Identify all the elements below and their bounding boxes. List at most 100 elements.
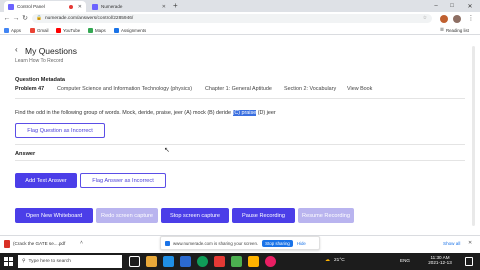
redo-capture-button: Redo screen capture [96, 208, 158, 223]
file-explorer-icon[interactable] [146, 256, 157, 267]
lock-icon: 🔒 [36, 16, 42, 21]
app-icon[interactable] [248, 256, 259, 267]
resume-recording-button: Resume Recording [298, 208, 354, 223]
bookmark-label: Assignments [121, 27, 147, 33]
apps-grid-icon [4, 27, 9, 33]
new-tab-button[interactable]: + [173, 1, 178, 10]
divider [15, 144, 465, 145]
minimize-icon[interactable]: – [428, 0, 444, 12]
navigation-bar: ← → ↻ 🔒 numerade.com/answers/control/228… [0, 12, 480, 25]
app-icon[interactable] [231, 256, 242, 267]
question-text: Find the odd in the following group of w… [15, 110, 276, 116]
page-title: My Questions [25, 46, 77, 56]
chrome-icon[interactable] [197, 256, 208, 267]
divider [15, 160, 465, 161]
add-text-answer-button[interactable]: Add Text Answer [15, 173, 77, 188]
tab-title: Numerade [101, 4, 123, 9]
meta-section: Section 2: Vocabulary [284, 86, 337, 92]
reading-list[interactable]: ☰ Reading list [440, 26, 469, 34]
extension-icon[interactable] [440, 15, 448, 23]
maximize-icon[interactable]: □ [444, 0, 460, 12]
bookmark-label: Maps [95, 27, 106, 33]
search-icon: ⚲ [22, 259, 26, 264]
scrollbar[interactable] [472, 46, 475, 226]
close-window-icon[interactable]: ✕ [462, 0, 478, 12]
hide-button[interactable]: Hide [297, 241, 306, 246]
address-bar[interactable]: 🔒 numerade.com/answers/control/2285946/ … [32, 14, 432, 23]
learn-how-link[interactable]: Learn How To Record [15, 58, 63, 64]
screen-share-banner: www.numerade.com is sharing your screen.… [160, 236, 320, 250]
bookmark-youtube[interactable]: YouTube [56, 26, 80, 34]
windows-start-icon[interactable] [4, 257, 13, 266]
show-all-link[interactable]: Show all [443, 241, 460, 246]
tab-control-panel[interactable]: Control Panel ✕ [4, 1, 86, 12]
temperature: 21°C [334, 258, 345, 263]
bookmark-maps[interactable]: Maps [88, 26, 106, 34]
assignments-icon [114, 27, 119, 33]
divider [15, 98, 465, 99]
youtube-icon [56, 27, 61, 33]
reading-list-label: Reading list [445, 27, 469, 33]
metadata-title: Question Metadata [15, 77, 66, 83]
edge-icon[interactable] [163, 256, 174, 267]
back-icon[interactable]: ← [3, 15, 11, 23]
answer-label: Answer [15, 151, 36, 157]
search-placeholder: Type here to search [28, 259, 71, 264]
question-prefix: Find the odd in the following group of w… [15, 110, 232, 116]
language-indicator[interactable]: ENG [400, 258, 410, 263]
open-whiteboard-button[interactable]: Open New Whiteboard [15, 208, 93, 223]
chevron-up-icon[interactable]: ˄ [80, 240, 83, 246]
maps-icon [88, 27, 93, 33]
bookmarks-bar: Apps Gmail YouTube Maps Assignments ☰ Re… [0, 25, 480, 35]
numerade-favicon-icon [8, 3, 14, 10]
numerade-favicon-icon [92, 3, 98, 10]
question-suffix: (D) jeer [257, 110, 276, 116]
clock[interactable]: 11:30 AM 2021-12-13 [420, 255, 460, 265]
share-icon [165, 240, 170, 246]
page-content: ‹ My Questions Learn How To Record Quest… [0, 36, 480, 234]
weather-icon: ☁ [325, 257, 330, 263]
app-icon[interactable] [214, 256, 225, 267]
avatar[interactable] [453, 15, 461, 23]
notification-icon[interactable] [465, 257, 473, 266]
tab-title: Control Panel [17, 4, 45, 9]
bookmark-apps[interactable]: Apps [4, 26, 21, 34]
meta-chapter: Chapter 1: General Aptitude [205, 86, 272, 92]
bookmark-label: YouTube [63, 27, 81, 33]
stop-sharing-button[interactable]: Stop sharing [262, 239, 293, 247]
flag-answer-button[interactable]: Flag Answer as Incorrect [80, 173, 166, 188]
task-view-icon[interactable] [129, 256, 140, 267]
bookmark-assignments[interactable]: Assignments [114, 26, 146, 34]
pause-recording-button[interactable]: Pause Recording [232, 208, 295, 223]
close-tab-icon[interactable]: ✕ [162, 4, 166, 10]
forward-icon[interactable]: → [12, 15, 20, 23]
view-book-link[interactable]: View Book [347, 86, 372, 92]
question-highlight: (C) praise [232, 110, 257, 116]
download-file-name[interactable]: (Crack the GATE se....pdf [13, 241, 65, 246]
back-arrow-icon[interactable]: ‹ [15, 45, 18, 54]
bookmark-gmail[interactable]: Gmail [30, 26, 48, 34]
menu-icon[interactable]: ⋮ [467, 15, 475, 23]
tab-numerade[interactable]: Numerade ✕ [88, 1, 170, 12]
taskbar-search-input[interactable]: ⚲ Type here to search [18, 255, 122, 268]
gmail-icon [30, 27, 35, 33]
reload-icon[interactable]: ↻ [21, 15, 29, 23]
share-text: www.numerade.com is sharing your screen. [173, 240, 259, 246]
close-tab-icon[interactable]: ✕ [78, 4, 82, 10]
stop-capture-button[interactable]: Stop screen capture [161, 208, 229, 223]
app-icon[interactable] [265, 256, 276, 267]
bookmark-label: Gmail [37, 27, 49, 33]
taskbar: ⚲ Type here to search ☁ 21°C ENG 11:30 A… [0, 253, 480, 270]
reading-list-icon: ☰ [440, 27, 444, 32]
mouse-cursor-icon: ↖ [164, 147, 170, 154]
meta-course: Computer Science and Information Technol… [57, 86, 193, 92]
store-icon[interactable] [180, 256, 191, 267]
date: 2021-12-13 [428, 260, 452, 265]
close-download-bar-icon[interactable]: ✕ [468, 240, 472, 246]
bookmark-label: Apps [11, 27, 22, 33]
recording-dot-icon [68, 4, 73, 9]
tab-strip: Control Panel ✕ Numerade ✕ + – □ ✕ [0, 0, 480, 12]
flag-question-button[interactable]: Flag Question as Incorrect [15, 123, 105, 138]
bookmark-star-icon[interactable]: ☆ [423, 16, 427, 21]
url-text: numerade.com/answers/control/2285946/ [44, 16, 134, 21]
